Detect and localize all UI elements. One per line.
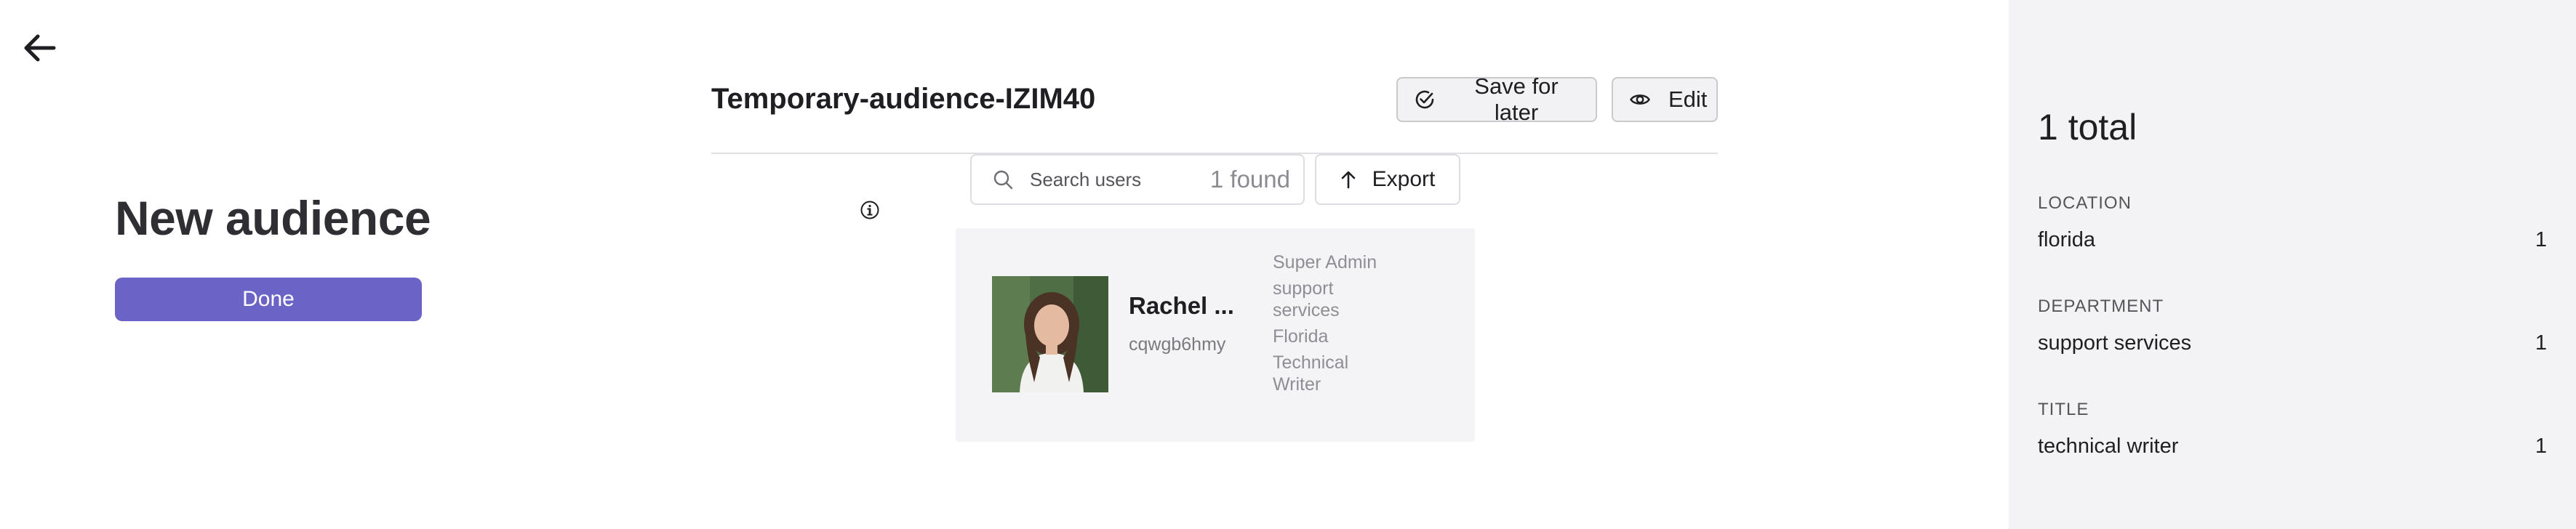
facet-row-department[interactable]: support services 1 — [2038, 331, 2547, 355]
edit-button[interactable]: Edit — [1612, 77, 1718, 122]
left-panel: New audience — [115, 190, 431, 246]
check-circle-icon — [1415, 90, 1434, 109]
user-location: Florida — [1273, 326, 1329, 347]
user-card[interactable]: Rachel ... cqwgb6hmy Super Admin support… — [956, 228, 1475, 442]
back-button[interactable] — [19, 29, 60, 67]
user-role: Super Admin — [1273, 252, 1377, 272]
facet-label-title: TITLE — [2038, 400, 2089, 419]
user-department: support services — [1273, 278, 1340, 320]
done-button[interactable]: Done — [115, 278, 422, 321]
facet-value: florida — [2038, 228, 2095, 251]
user-title: Technical Writer — [1273, 352, 1349, 395]
total-count: 1 total — [2038, 107, 2137, 148]
user-meta: Super Admin support services Florida Tec… — [1273, 251, 1396, 400]
user-id: cqwgb6hmy — [1129, 334, 1226, 355]
eye-icon — [1630, 94, 1650, 105]
user-name: Rachel ... — [1129, 292, 1234, 319]
facet-count: 1 — [2535, 435, 2547, 458]
facet-count: 1 — [2535, 228, 2547, 251]
search-box[interactable]: 1 found — [970, 154, 1305, 205]
arrow-up-icon — [1341, 171, 1355, 189]
page-heading: New audience — [115, 191, 431, 245]
facet-count: 1 — [2535, 331, 2547, 355]
facet-label-location: LOCATION — [2038, 193, 2132, 213]
facet-label-department: DEPARTMENT — [2038, 296, 2164, 316]
search-input[interactable] — [1030, 168, 1197, 191]
avatar — [992, 276, 1108, 392]
summary-panel: 1 total LOCATION florida 1 DEPARTMENT su… — [2009, 0, 2576, 529]
info-icon[interactable] — [860, 200, 880, 220]
search-icon — [993, 170, 1013, 190]
arrow-left-icon — [24, 34, 56, 62]
user-photo — [992, 276, 1108, 392]
audience-name: Temporary-audience-IZIM40 — [711, 83, 1096, 115]
facet-row-title[interactable]: technical writer 1 — [2038, 435, 2547, 459]
facet-value: technical writer — [2038, 435, 2179, 458]
found-count: 1 found — [1209, 166, 1290, 193]
save-for-later-label: Save for later — [1474, 73, 1559, 125]
save-for-later-button[interactable]: Save for later — [1396, 73, 1597, 125]
facet-value: support services — [2038, 331, 2192, 355]
edit-label: Edit — [1668, 86, 1708, 112]
facet-row-location[interactable]: florida 1 — [2038, 228, 2547, 252]
export-button[interactable]: Export — [1315, 154, 1460, 205]
export-label: Export — [1372, 167, 1436, 191]
